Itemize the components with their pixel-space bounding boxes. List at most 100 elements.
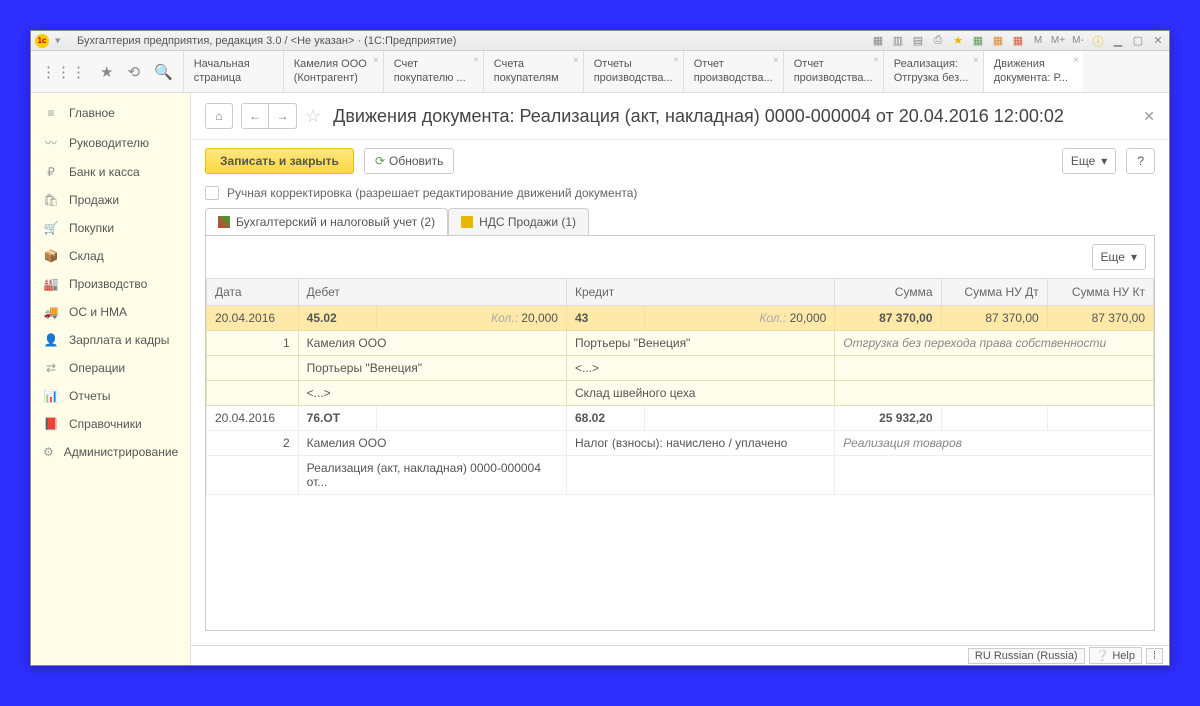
cell-dt-acc: 45.02 [298,306,376,331]
cell-nu-dt [941,406,1047,431]
nav-tab[interactable]: Отчетпроизводства...× [783,51,883,92]
sidebar-icon: 🚚 [43,305,59,319]
main-window: 1c ▾ Бухгалтерия предприятия, редакция 3… [30,30,1170,666]
more-button[interactable]: Еще▾ [1062,148,1116,174]
tab-close-icon[interactable]: × [473,55,479,67]
maximize-icon[interactable]: ▢ [1131,34,1145,48]
minimize-icon[interactable]: ▁ [1111,34,1125,48]
toolbar-icon[interactable]: ▦ [971,34,985,48]
forward-button[interactable]: → [269,103,297,129]
cell-kt-acc: 68.02 [566,406,644,431]
sidebar-item[interactable]: 🏭Производство [31,270,190,298]
cell-nu-dt: 87 370,00 [941,306,1047,331]
nav-tab[interactable]: Отчетыпроизводства...× [583,51,683,92]
toolbar-icon[interactable]: ▤ [911,34,925,48]
sidebar-icon: 🛒 [43,221,59,235]
cell-dt-sub: Камелия ООО [298,331,566,356]
sidebar-icon: ⚙ [43,445,54,459]
nav-tab[interactable]: Движениядокумента: Р...× [983,51,1083,92]
window-title: Бухгалтерия предприятия, редакция 3.0 / … [77,35,871,47]
tab-close-icon[interactable]: × [573,55,579,67]
cell-note: Отгрузка без перехода права собственност… [835,331,1154,356]
home-button[interactable]: ⌂ [205,103,233,129]
nav-tab[interactable]: Счетапокупателям× [483,51,583,92]
tab-close-icon[interactable]: × [1073,55,1079,67]
postings-grid[interactable]: Дата Дебет Кредит Сумма Сумма НУ Дт Сумм… [206,278,1154,630]
help-button[interactable]: ? [1126,148,1155,174]
toolbar-icon[interactable]: ▦ [871,34,885,48]
sidebar-icon: 🛍 [43,193,59,207]
sidebar-icon: ≡ [43,106,59,120]
cell-sum: 87 370,00 [835,306,941,331]
star-icon[interactable]: ★ [100,63,113,81]
sidebar-item[interactable]: 〰Руководителю [31,127,190,158]
help-indicator[interactable]: ❔Help [1089,647,1142,664]
titlebar: 1c ▾ Бухгалтерия предприятия, редакция 3… [31,31,1169,51]
nav-tab[interactable]: Отчетпроизводства...× [683,51,783,92]
nav-tab[interactable]: Реализация:Отгрузка без...× [883,51,983,92]
sidebar-item[interactable]: 📊Отчеты [31,382,190,410]
sidebar-item[interactable]: ≡Главное [31,99,190,127]
nav-tab[interactable]: Счетпокупателю ...× [383,51,483,92]
nav-tab[interactable]: Начальнаястраница [183,51,283,92]
chevron-down-icon: ▾ [1101,154,1107,168]
nav-tab[interactable]: Камелия ООО(Контрагент)× [283,51,383,92]
sidebar-item[interactable]: 🚚ОС и НМА [31,298,190,326]
cell-dt-sub: Портьеры "Венеция" [298,356,566,381]
favorite-icon[interactable]: ★ [951,34,965,48]
favorite-star-icon[interactable]: ☆ [305,106,321,127]
tab-close-icon[interactable]: × [673,55,679,67]
close-page-icon[interactable]: ✕ [1143,108,1155,125]
tab-close-icon[interactable]: × [973,55,979,67]
cell-dt-qty: Кол.: 20,000 [376,306,566,331]
history-icon[interactable]: ⟲ [127,63,140,81]
tab-close-icon[interactable]: × [873,55,879,67]
col-debit: Дебет [298,279,566,306]
back-button[interactable]: ← [241,103,269,129]
refresh-button[interactable]: ⟳Обновить [364,148,454,174]
sidebar-item[interactable]: 📕Справочники [31,410,190,438]
cell-nu-kt [1047,406,1153,431]
status-bar: RU Russian (Russia) ❔Help ⁞ [191,645,1169,665]
sidebar-icon: ₽ [43,165,59,179]
close-icon[interactable]: ✕ [1151,34,1165,48]
m-minus-btn[interactable]: M- [1071,34,1085,48]
cell-note: Реализация товаров [835,431,1154,456]
sidebar-item[interactable]: ⇄Операции [31,354,190,382]
m-plus-btn[interactable]: M+ [1051,34,1065,48]
chevron-down-icon: ▾ [1131,250,1137,264]
accounting-icon [218,216,230,228]
manual-edit-checkbox[interactable] [205,186,219,200]
sidebar-icon: 📕 [43,417,59,431]
content-area: ⌂ ← → ☆ Движения документа: Реализация (… [191,93,1169,665]
tab-close-icon[interactable]: × [373,55,379,67]
toolbar-icon[interactable]: ⎙ [931,34,945,48]
tab-accounting[interactable]: Бухгалтерский и налоговый учет (2) [205,208,448,235]
sidebar-item[interactable]: 👤Зарплата и кадры [31,326,190,354]
sidebar-icon: 📦 [43,249,59,263]
col-credit: Кредит [566,279,834,306]
sidebar-item[interactable]: ⚙Администрирование [31,438,190,466]
sidebar-item[interactable]: ₽Банк и касса [31,158,190,186]
save-and-close-button[interactable]: Записать и закрыть [205,148,354,174]
toolbar-icon[interactable]: ▥ [891,34,905,48]
tab-close-icon[interactable]: × [773,55,779,67]
grid-more-button[interactable]: Еще▾ [1092,244,1146,270]
app-icon: 1c [35,34,49,48]
sidebar-item[interactable]: 🛍Продажи [31,186,190,214]
cell-note [835,356,1154,381]
toolbar-icon[interactable]: ▦ [1011,34,1025,48]
info-icon[interactable]: ⓘ [1091,34,1105,48]
search-icon[interactable]: 🔍 [154,63,173,81]
cell-kt-qty: Кол.: 20,000 [645,306,835,331]
cell-kt-sub: Склад швейного цеха [566,381,834,406]
tab-vat-sales[interactable]: НДС Продажи (1) [448,208,589,235]
m-btn[interactable]: M [1031,34,1045,48]
status-menu[interactable]: ⁞ [1146,648,1163,664]
sidebar-item[interactable]: 📦Склад [31,242,190,270]
dropdown-icon[interactable]: ▾ [55,34,69,48]
language-indicator[interactable]: RU Russian (Russia) [968,648,1085,664]
sidebar-item[interactable]: 🛒Покупки [31,214,190,242]
toolbar-icon[interactable]: ▦ [991,34,1005,48]
apps-icon[interactable]: ⋮⋮⋮ [41,63,86,81]
